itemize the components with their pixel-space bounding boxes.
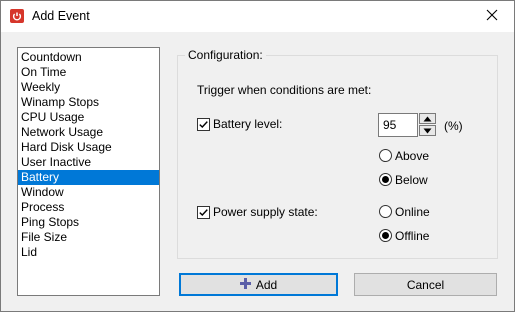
- event-type-list[interactable]: Countdown On Time Weekly Winamp Stops CPU Us…: [17, 47, 160, 296]
- window-title: Add Event: [32, 9, 90, 23]
- list-item-ping-stops[interactable]: Ping Stops: [18, 215, 159, 230]
- close-icon: [486, 9, 498, 24]
- configuration-group-title: Configuration:: [185, 48, 266, 62]
- list-item-file-size[interactable]: File Size: [18, 230, 159, 245]
- list-item-on-time[interactable]: On Time: [18, 65, 159, 80]
- power-supply-checkbox[interactable]: [197, 206, 210, 219]
- checkmark-icon: [199, 121, 208, 128]
- close-button[interactable]: [470, 1, 514, 32]
- battery-level-checkbox[interactable]: [197, 118, 210, 131]
- spin-down-button[interactable]: [419, 125, 436, 136]
- list-item-process[interactable]: Process: [18, 200, 159, 215]
- add-button[interactable]: Add: [179, 273, 338, 296]
- above-radio-label: Above: [395, 149, 430, 163]
- trigger-text: Trigger when conditions are met:: [197, 83, 372, 97]
- cancel-button[interactable]: Cancel: [354, 273, 497, 296]
- below-radio-label: Below: [395, 173, 428, 187]
- list-item-network-usage[interactable]: Network Usage: [18, 125, 159, 140]
- arrow-down-icon: [423, 128, 432, 134]
- title-bar: Add Event: [1, 1, 514, 32]
- spin-up-button[interactable]: [419, 113, 436, 124]
- power-icon: [10, 9, 24, 23]
- cancel-button-label: Cancel: [406, 277, 445, 292]
- list-item-lid[interactable]: Lid: [18, 245, 159, 260]
- offline-radio-label: Offline: [395, 229, 430, 243]
- list-item-battery[interactable]: Battery: [18, 170, 159, 185]
- offline-radio[interactable]: [379, 229, 392, 242]
- battery-level-label: Battery level:: [213, 117, 283, 131]
- power-supply-label: Power supply state:: [213, 205, 318, 219]
- battery-level-input[interactable]: 95: [378, 113, 418, 137]
- checkmark-icon: [199, 209, 208, 216]
- online-radio-label: Online: [395, 205, 430, 219]
- list-item-hard-disk-usage[interactable]: Hard Disk Usage: [18, 140, 159, 155]
- below-radio[interactable]: [379, 173, 392, 186]
- list-item-weekly[interactable]: Weekly: [18, 80, 159, 95]
- plus-icon: [239, 277, 251, 292]
- above-radio[interactable]: [379, 149, 392, 162]
- list-item-countdown[interactable]: Countdown: [18, 50, 159, 65]
- list-item-user-inactive[interactable]: User Inactive: [18, 155, 159, 170]
- list-item-winamp-stops[interactable]: Winamp Stops: [18, 95, 159, 110]
- battery-level-unit: (%): [444, 119, 463, 133]
- arrow-up-icon: [423, 116, 432, 122]
- add-button-label: Add: [255, 277, 278, 292]
- online-radio[interactable]: [379, 205, 392, 218]
- list-item-window[interactable]: Window: [18, 185, 159, 200]
- list-item-cpu-usage[interactable]: CPU Usage: [18, 110, 159, 125]
- add-event-dialog: Add Event Countdown On Time Weekly Winamp S…: [0, 0, 515, 312]
